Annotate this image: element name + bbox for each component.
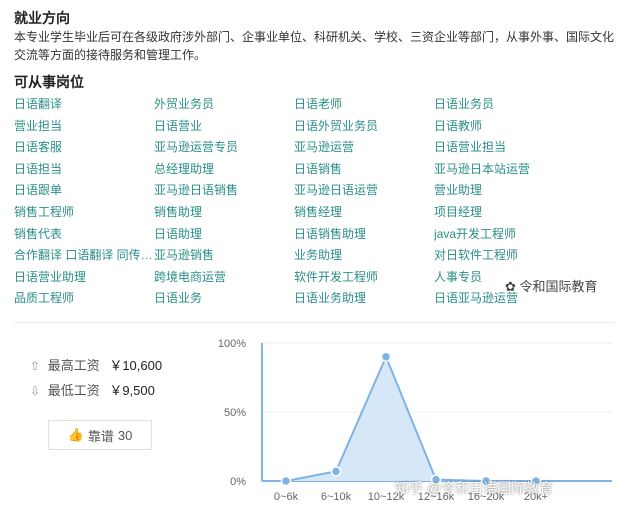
zhihu-watermark: 知乎 @令和日语国际教育 — [395, 480, 554, 496]
x-tick-label: 6~10k — [321, 491, 352, 503]
salary-distribution-chart: 0%50%100%0~6k 6~10k 10~12k 12~16k 16~20k 20k+ — [218, 338, 612, 503]
x-tick-label: 0~6k — [274, 491, 299, 503]
data-point — [280, 475, 292, 487]
wechat-icon: ✿ — [505, 279, 516, 294]
y-tick-label: 50% — [224, 407, 246, 419]
data-point — [330, 466, 342, 477]
brand-watermark-text: 令和国际教育 — [519, 279, 598, 294]
brand-watermark: ✿ 令和国际教育 — [505, 276, 598, 295]
y-tick-label: 0% — [230, 476, 246, 488]
data-point — [380, 351, 392, 363]
y-tick-label: 100% — [218, 338, 246, 350]
